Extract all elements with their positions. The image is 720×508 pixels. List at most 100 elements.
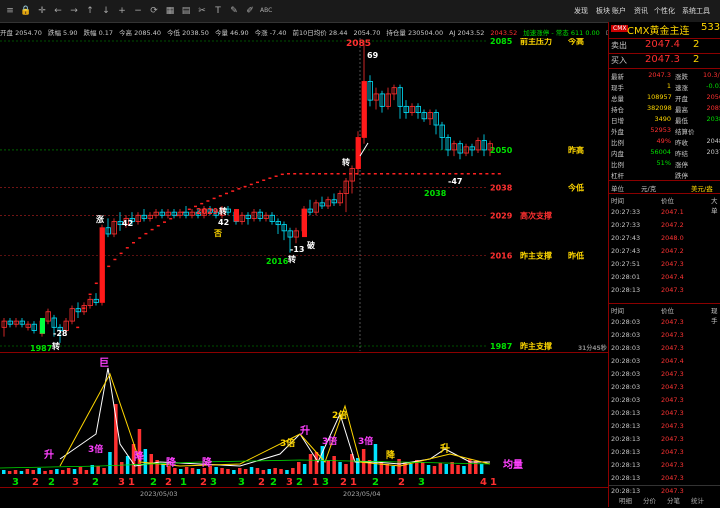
stat-l: 内盘 bbox=[611, 150, 624, 158]
tick-price: 2047.3 bbox=[661, 422, 684, 430]
stat-l2: 昨结 bbox=[675, 150, 688, 158]
ma-dot bbox=[373, 173, 377, 175]
grid-icon[interactable]: ▤ bbox=[180, 5, 192, 17]
tick-price: 2047.4 bbox=[661, 273, 684, 281]
cut-icon[interactable]: ✂ bbox=[196, 5, 208, 17]
tick-price: 2047.3 bbox=[661, 260, 684, 268]
volume-bar bbox=[297, 462, 301, 474]
unit-value-2[interactable]: 美元/盎 bbox=[691, 183, 713, 193]
vol-digit: 2 bbox=[48, 477, 55, 487]
stat-l: 现手 bbox=[611, 84, 624, 92]
vol-label-jiang-1: 降 bbox=[386, 449, 396, 461]
tab-stats[interactable]: 统计 bbox=[691, 495, 704, 505]
vol-label-sheng-3: 升 bbox=[440, 442, 450, 455]
label-zhang: 涨 bbox=[96, 214, 104, 224]
back-icon[interactable]: ← bbox=[52, 5, 64, 17]
vol-label-bei-3c: 3倍 bbox=[322, 435, 337, 447]
volume-chart[interactable]: 巨升升升3倍3倍 3倍2倍3倍降降降降均量3 2 2 3 2 3 1 2 2 1 2 3 3 2 2 3 2 1 3 2… bbox=[0, 354, 608, 487]
tick-time: 20:28:01 bbox=[611, 273, 641, 281]
tick-time: 20:28:13 bbox=[611, 422, 641, 430]
label-42: 42 bbox=[122, 219, 133, 228]
ma-dot bbox=[479, 173, 483, 175]
abc-icon[interactable]: ABC bbox=[260, 5, 272, 17]
menu-icon[interactable]: ≡ bbox=[4, 5, 16, 17]
buy-price: 2047.3 bbox=[645, 54, 680, 65]
volume-bar bbox=[7, 471, 12, 474]
divider bbox=[609, 68, 720, 69]
vol-label-juliang: 均量 bbox=[503, 458, 523, 471]
info-item: 跌幅 0.17 bbox=[83, 29, 114, 37]
crosshair-icon[interactable]: ✛ bbox=[36, 5, 48, 17]
refresh-icon[interactable]: ⟳ bbox=[148, 5, 160, 17]
level-text: 前主压力 bbox=[520, 38, 552, 46]
chart-divider bbox=[0, 352, 608, 353]
vol-label-sheng-1: 升 bbox=[44, 448, 54, 461]
tick-header-price: 价位 bbox=[661, 197, 674, 205]
tick-time: 20:28:13 bbox=[611, 474, 641, 482]
stat-l2: 涨停 bbox=[675, 161, 688, 169]
stat-v2: 10.3/0.5 bbox=[703, 71, 720, 79]
tab-tick-split[interactable]: 分笔 bbox=[667, 495, 680, 505]
down-icon[interactable]: ↓ bbox=[100, 5, 112, 17]
tick-time: 20:27:43 bbox=[611, 234, 641, 242]
lock-icon[interactable]: 🔒 bbox=[20, 5, 32, 17]
vol-digit: 2 bbox=[200, 477, 207, 487]
menu-personalize[interactable]: 个性化 bbox=[654, 6, 675, 16]
forward-icon[interactable]: → bbox=[68, 5, 80, 17]
tick-price: 2047.3 bbox=[661, 370, 684, 378]
volume-bar bbox=[474, 461, 478, 474]
up-icon[interactable]: ↑ bbox=[84, 5, 96, 17]
buy-row[interactable]: 买入 2047.3 2 bbox=[609, 54, 720, 67]
ma-dot bbox=[293, 173, 297, 175]
tick-price: 2047.3 bbox=[661, 487, 684, 495]
vol-label-jiang-2: 降 bbox=[134, 450, 145, 463]
label-zhuan-2: 转 bbox=[342, 157, 350, 167]
draw-icon[interactable]: ✎ bbox=[228, 5, 240, 17]
stat-v2: 2085 bbox=[706, 104, 720, 112]
ma-dot bbox=[473, 173, 476, 175]
vol-digit: 3 bbox=[72, 477, 79, 487]
tick-row: 20:28:13 2047.3 bbox=[611, 461, 720, 474]
stat-l2: 最低 bbox=[675, 117, 688, 125]
candle-red bbox=[234, 209, 239, 222]
text-icon[interactable]: T bbox=[212, 5, 224, 17]
tick-price: 2047.3 bbox=[661, 435, 684, 443]
menu-account[interactable]: 账户 bbox=[612, 6, 626, 16]
vol-label-jiang-3: 降 bbox=[166, 456, 177, 469]
menu-news[interactable]: 资讯 bbox=[634, 6, 648, 16]
zoom-in-icon[interactable]: + bbox=[116, 5, 128, 17]
ma-dot bbox=[249, 183, 253, 186]
volume-bar bbox=[409, 464, 413, 474]
candlestick-chart[interactable]: 2085 前主压力 今高 2050 昨高 2038 今低 2029 高次支撑 2016 昨主支撑 昨低… bbox=[0, 38, 608, 351]
unit-value[interactable]: 元/克 bbox=[641, 183, 656, 193]
pen-icon[interactable]: ✐ bbox=[244, 5, 256, 17]
tab-detail[interactable]: 明细 bbox=[619, 495, 632, 505]
ma-dot bbox=[442, 173, 445, 175]
tick-price: 2047.2 bbox=[661, 247, 684, 255]
chart-icon[interactable]: ▦ bbox=[164, 5, 176, 17]
ma-dot bbox=[225, 192, 228, 195]
label-2016: 2016 bbox=[266, 257, 289, 266]
menu-sector[interactable]: 板块 bbox=[596, 6, 610, 16]
volume-bar bbox=[96, 466, 100, 474]
stat-v: 2047.3 bbox=[648, 71, 671, 79]
ma-dot bbox=[417, 173, 421, 175]
tab-price-split[interactable]: 分价 bbox=[643, 495, 656, 505]
zoom-out-icon[interactable]: − bbox=[132, 5, 144, 17]
vol-digit: 2 bbox=[92, 477, 99, 487]
ma-dot bbox=[268, 177, 272, 179]
menu-discover[interactable]: 发现 bbox=[574, 6, 588, 16]
ma-dot bbox=[311, 173, 315, 175]
volume-bar bbox=[25, 469, 30, 474]
sell-row[interactable]: 卖出 2047.4 2 bbox=[609, 39, 720, 52]
vol-digit: 3 bbox=[418, 477, 425, 487]
tick-header-b: 时间 价位 现手 bbox=[611, 305, 720, 325]
tick-header: 时间 价位 大单 bbox=[611, 195, 720, 215]
ma-dot bbox=[380, 173, 383, 175]
stat-row: 内盘 56004 昨结 2037 bbox=[609, 148, 720, 159]
level-text2: 今高 bbox=[567, 38, 584, 46]
menu-system-tools[interactable]: 系统工具 bbox=[682, 6, 710, 16]
volume-bar bbox=[279, 469, 283, 474]
divider bbox=[609, 180, 720, 181]
level-text2: 昨高 bbox=[568, 145, 584, 155]
